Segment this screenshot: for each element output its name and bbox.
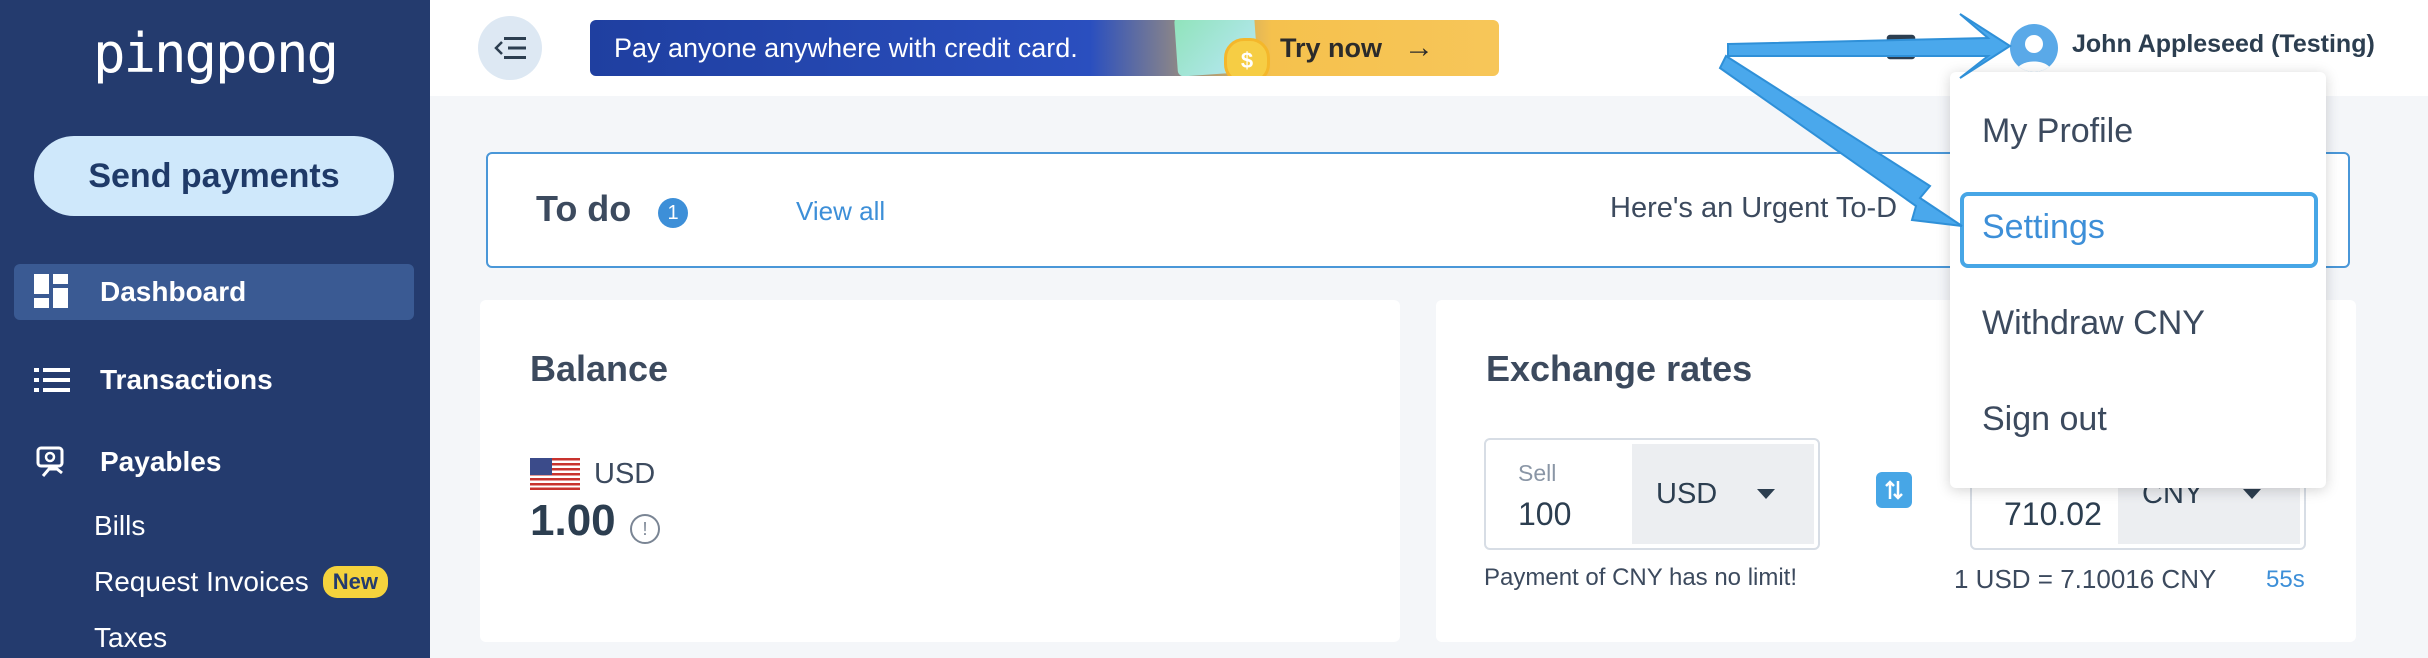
menu-item-withdraw-cny[interactable]: Withdraw CNY <box>1982 304 2205 343</box>
try-now-label: Try now <box>1280 32 1383 63</box>
rate-refresh-timer: 55s <box>2266 566 2305 593</box>
promo-banner[interactable]: Pay anyone anywhere with credit card. $ … <box>590 20 1499 76</box>
sidebar-subitem-bills[interactable]: Bills <box>94 510 145 542</box>
sidebar-item-dashboard[interactable]: Dashboard <box>14 264 414 320</box>
sell-value[interactable]: 100 <box>1518 496 1571 533</box>
menu-item-my-profile[interactable]: My Profile <box>1982 112 2133 151</box>
user-menu-dropdown: My Profile Settings Withdraw CNY Sign ou… <box>1950 72 2326 488</box>
sidebar-subitem-label: Bills <box>94 510 146 541</box>
send-payments-button[interactable]: Send payments <box>34 136 394 216</box>
info-icon[interactable]: ! <box>630 514 660 544</box>
swap-icon <box>1885 480 1903 500</box>
balance-amount: 1.00 <box>530 496 616 545</box>
sell-currency: USD <box>1656 477 1718 510</box>
sidebar-item-transactions[interactable]: Transactions <box>14 352 414 408</box>
pingpong-logo[interactable]: pingpong <box>0 22 430 85</box>
payables-icon <box>34 444 70 480</box>
buy-value[interactable]: 710.02 <box>2004 496 2102 533</box>
promo-text: Pay anyone anywhere with credit card. <box>614 32 1078 63</box>
coin-icon: $ <box>1224 38 1270 76</box>
menu-collapse-button[interactable] <box>478 16 542 80</box>
user-icon <box>2016 35 2052 72</box>
new-badge: New <box>322 566 389 598</box>
menu-collapse-icon <box>494 37 526 59</box>
sidebar-item-label: Dashboard <box>100 276 247 307</box>
list-icon <box>34 362 70 398</box>
sidebar-subitem-label: Taxes <box>94 622 168 653</box>
dashboard-icon <box>34 274 70 310</box>
sell-currency-select[interactable]: USD <box>1632 444 1814 544</box>
notification-icon[interactable] <box>1885 28 1917 60</box>
avatar[interactable] <box>2010 24 2058 72</box>
sell-amount-field[interactable]: Sell 100 USD <box>1484 438 1820 550</box>
urgent-todo-text: Here's an Urgent To-D <box>1610 192 1898 224</box>
chevron-down-icon <box>2243 489 2262 499</box>
menu-item-sign-out[interactable]: Sign out <box>1982 400 2107 439</box>
exchange-rates-title: Exchange rates <box>1486 348 1753 389</box>
sidebar-item-payables[interactable]: Payables <box>14 434 414 490</box>
balance-card: Balance USD 1.00 ! <box>480 300 1400 642</box>
todo-count-badge: 1 <box>658 198 688 228</box>
sidebar-item-label: Payables <box>100 446 222 477</box>
arrow-right-icon: → <box>1404 31 1435 64</box>
menu-item-settings[interactable]: Settings <box>1982 208 2105 247</box>
sidebar-subitem-request-invoices[interactable]: Request Invoices New <box>94 566 389 598</box>
exchange-rate-text: 1 USD = 7.10016 CNY <box>1954 564 2217 594</box>
sidebar-subitem-taxes[interactable]: Taxes <box>94 622 167 654</box>
sidebar: pingpong Send payments Dashboard Transac… <box>0 0 430 658</box>
user-name[interactable]: John Appleseed (Testing) <box>2072 30 2375 59</box>
balance-currency: USD <box>594 458 656 490</box>
sell-label: Sell <box>1518 460 1557 486</box>
payment-limit-note: Payment of CNY has no limit! <box>1484 564 1798 591</box>
try-now-button[interactable]: Try now → <box>1280 20 1434 76</box>
todo-title: To do <box>536 188 632 229</box>
swap-currency-button[interactable] <box>1876 472 1912 508</box>
chevron-down-icon <box>1757 489 1776 499</box>
view-all-link[interactable]: View all <box>796 196 885 227</box>
sidebar-item-label: Transactions <box>100 364 273 395</box>
us-flag-icon <box>530 458 580 490</box>
balance-title: Balance <box>530 348 669 389</box>
sidebar-subitem-label: Request Invoices <box>94 566 309 597</box>
